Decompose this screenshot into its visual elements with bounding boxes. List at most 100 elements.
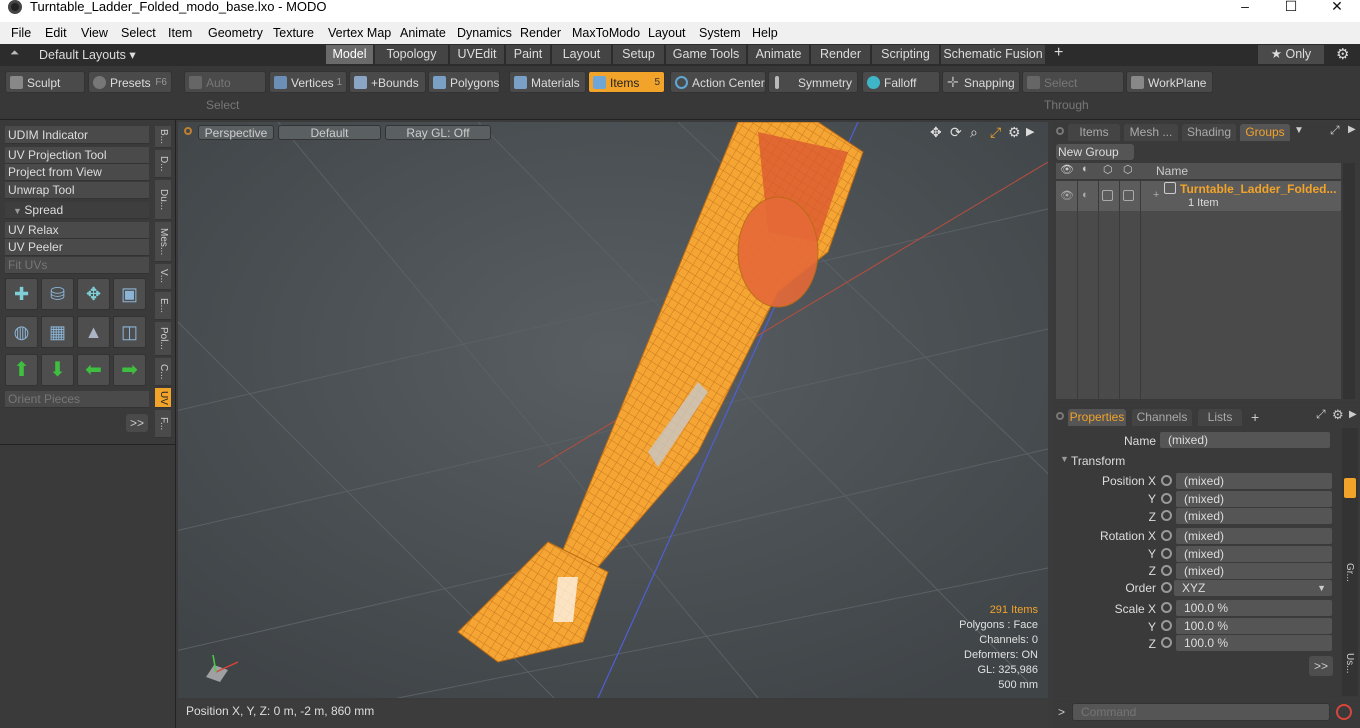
perspective-dropdown[interactable]: Perspective xyxy=(198,125,274,140)
orient-pieces-button[interactable]: Orient Pieces xyxy=(5,391,149,408)
presets-button[interactable]: Presets F6 xyxy=(88,71,172,93)
position-z-field[interactable]: (mixed) xyxy=(1176,508,1332,524)
properties-menu-icon[interactable] xyxy=(1056,412,1064,420)
properties-gear-icon[interactable]: ⚙ xyxy=(1332,407,1344,423)
workplane-button[interactable]: WorkPlane xyxy=(1126,71,1213,93)
only-toggle[interactable]: ★ Only xyxy=(1258,45,1324,64)
command-input[interactable] xyxy=(1072,703,1330,721)
rotation-x-key-icon[interactable] xyxy=(1161,530,1172,541)
more-tools-button[interactable]: >> xyxy=(126,414,148,432)
add-tab-button[interactable]: + xyxy=(1054,44,1063,62)
scale-x-field[interactable]: 100.0 % xyxy=(1176,600,1332,616)
viewport-gear-icon[interactable]: ⚙ xyxy=(1008,124,1021,141)
properties-expand-icon[interactable]: ⤢ xyxy=(1316,407,1326,422)
unwrap-tool-button[interactable]: Unwrap Tool xyxy=(5,182,149,199)
properties-more-button[interactable]: >> xyxy=(1309,656,1333,676)
menu-geometry[interactable]: Geometry xyxy=(208,25,263,41)
rotation-z-field[interactable]: (mixed) xyxy=(1176,563,1332,579)
transform-collapse-icon[interactable]: ▼ xyxy=(1060,454,1069,464)
side-tab-du[interactable]: Du... xyxy=(155,180,171,220)
position-x-field[interactable]: (mixed) xyxy=(1176,473,1332,489)
uv-projection-tool-button[interactable]: UV Projection Tool xyxy=(5,147,149,164)
symmetry-button[interactable]: Symmetry xyxy=(768,71,858,93)
items-button[interactable]: Items 5 xyxy=(588,71,665,93)
side-tab-uv[interactable]: UV xyxy=(155,388,171,408)
side-tab-v[interactable]: V... xyxy=(155,264,171,290)
raygl-toggle[interactable]: Ray GL: Off xyxy=(385,125,491,140)
side-tab-c[interactable]: C... xyxy=(155,358,171,386)
menu-maxtomodo[interactable]: MaxToModo xyxy=(572,25,640,41)
uv-cylinder-tool-icon[interactable]: ⛁ xyxy=(41,278,74,310)
uv-sphere-tool-icon[interactable]: ◍ xyxy=(5,316,38,348)
properties-arrow-icon[interactable]: ▶ xyxy=(1349,409,1357,420)
tab-animate[interactable]: Animate xyxy=(747,45,809,64)
menu-vertex-map[interactable]: Vertex Map xyxy=(328,25,391,41)
side-tab-e[interactable]: E... xyxy=(155,292,171,320)
viewport-expand-icon[interactable]: ▶ xyxy=(1026,125,1034,138)
visibility-col-icon[interactable]: 👁 xyxy=(1060,163,1074,176)
default-layouts-dropdown[interactable]: Default Layouts ▾ xyxy=(39,47,136,62)
spread-section[interactable]: ▼ Spread xyxy=(5,202,149,219)
panel-right-arrow-icon[interactable]: ▶ xyxy=(1348,124,1356,135)
vertices-button[interactable]: Vertices 1 xyxy=(269,71,347,93)
uv-pyramid-tool-icon[interactable]: ▲ xyxy=(77,316,110,348)
tab-topology[interactable]: Topology xyxy=(374,45,448,64)
select-through-button[interactable]: Select Through xyxy=(1022,71,1124,112)
tab-groups[interactable]: Groups xyxy=(1240,124,1290,141)
close-button[interactable]: ✕ xyxy=(1314,0,1360,18)
3d-viewport[interactable]: Perspective Default Ray GL: Off ✥ ⟳ ⌕ ⤢ … xyxy=(178,122,1048,698)
tab-channels[interactable]: Channels xyxy=(1132,409,1192,426)
menu-system[interactable]: System xyxy=(699,25,741,41)
tab-uvedit[interactable]: UVEdit xyxy=(449,45,504,64)
menu-layout[interactable]: Layout xyxy=(648,25,686,41)
action-center-button[interactable]: Action Center xyxy=(670,71,766,93)
tab-scripting[interactable]: Scripting xyxy=(871,45,939,64)
scale-x-key-icon[interactable] xyxy=(1161,602,1172,613)
visibility-eye-icon[interactable]: 👁 xyxy=(1060,189,1074,202)
lock-col-icon[interactable]: ⬡ xyxy=(1103,163,1113,176)
rotate-icon[interactable]: ⟳ xyxy=(950,124,962,141)
render-toggle-icon[interactable]: ◐ xyxy=(1082,189,1089,201)
menu-select[interactable]: Select xyxy=(121,25,156,41)
fit-uvs-button[interactable]: Fit UVs xyxy=(5,257,149,274)
render-col-icon[interactable]: ◐ xyxy=(1082,163,1089,175)
snapping-button[interactable]: ✛ Snapping xyxy=(942,71,1020,93)
arrow-right-icon[interactable]: ➡ xyxy=(113,354,146,386)
groups-scrollbar[interactable] xyxy=(1343,163,1355,399)
properties-side-tab-active[interactable] xyxy=(1344,478,1356,498)
menu-item[interactable]: Item xyxy=(168,25,192,41)
project-from-view-button[interactable]: Project from View xyxy=(5,164,149,181)
side-tab-d[interactable]: D... xyxy=(155,150,171,178)
position-y-field[interactable]: (mixed) xyxy=(1176,491,1332,507)
position-y-key-icon[interactable] xyxy=(1161,493,1172,504)
tab-shading[interactable]: Shading xyxy=(1182,124,1236,141)
rotation-y-field[interactable]: (mixed) xyxy=(1176,546,1332,562)
viewport-menu-icon[interactable] xyxy=(184,127,192,135)
scale-z-key-icon[interactable] xyxy=(1161,637,1172,648)
scale-y-key-icon[interactable] xyxy=(1161,620,1172,631)
uv-cube-tool-icon[interactable]: ◫ xyxy=(113,316,146,348)
new-group-button[interactable]: New Group xyxy=(1056,144,1134,160)
menu-animate[interactable]: Animate xyxy=(400,25,446,41)
arrow-left-icon[interactable]: ⬅ xyxy=(77,354,110,386)
add-properties-tab-button[interactable]: + xyxy=(1251,409,1259,425)
order-key-icon[interactable] xyxy=(1161,582,1172,593)
uv-box-tool-icon[interactable]: ▣ xyxy=(113,278,146,310)
record-icon[interactable] xyxy=(1336,704,1352,720)
select-col-icon[interactable]: ⬡ xyxy=(1123,163,1133,176)
order-dropdown[interactable]: XYZ ▼ xyxy=(1174,580,1332,596)
tab-items[interactable]: Items xyxy=(1068,124,1120,141)
menu-dynamics[interactable]: Dynamics xyxy=(457,25,512,41)
name-field[interactable]: (mixed) xyxy=(1160,432,1330,448)
tab-schematic-fusion[interactable]: Schematic Fusion xyxy=(940,45,1045,64)
select-checkbox[interactable] xyxy=(1123,190,1134,201)
side-tab-us[interactable]: Us... xyxy=(1344,653,1355,674)
expand-plus-icon[interactable]: + xyxy=(1153,189,1159,201)
side-tab-pol[interactable]: Pol... xyxy=(155,322,171,356)
shading-dropdown[interactable]: Default xyxy=(278,125,381,140)
menu-view[interactable]: View xyxy=(81,25,108,41)
side-tab-f[interactable]: F... xyxy=(155,410,171,438)
tab-setup[interactable]: Setup xyxy=(612,45,664,64)
uv-axis-tool-icon[interactable]: ✚ xyxy=(5,278,38,310)
lock-checkbox[interactable] xyxy=(1102,190,1113,201)
